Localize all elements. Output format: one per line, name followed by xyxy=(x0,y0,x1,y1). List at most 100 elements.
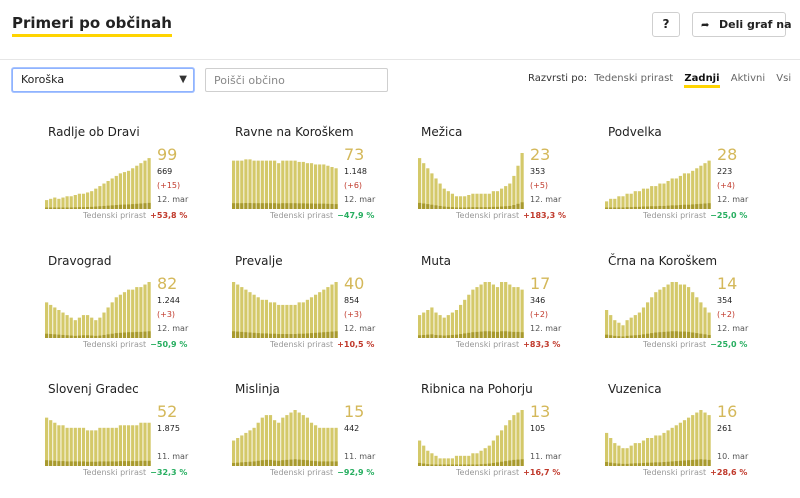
municipality-card[interactable]: Prevalje 40 854 (+3) 12. mar Tedenski prirast… xyxy=(232,254,422,374)
chart-bar-base xyxy=(504,206,508,209)
municipality-card[interactable]: Dravograd 82 1.244 (+3) 12. mar Tedenski prir… xyxy=(45,254,235,374)
chart-bar-base xyxy=(65,461,69,466)
chart-bar xyxy=(454,455,459,466)
chart-bar-base xyxy=(330,461,334,466)
municipality-card[interactable]: Mežica 23 353 (+5) 12. mar Tedenski prirast +1… xyxy=(418,125,608,245)
chart-bar-base xyxy=(687,204,691,209)
chart-bar xyxy=(289,304,293,338)
chart-bar-base xyxy=(463,333,467,338)
chart-bar-base xyxy=(695,459,699,466)
weekly-growth: Tedenski prirast +16,7 % xyxy=(456,468,560,477)
region-select[interactable]: Koroška ▼ xyxy=(12,68,194,92)
chart-bar-base xyxy=(289,459,293,466)
total-cases-value: 354 xyxy=(717,296,733,305)
chart-bar-base xyxy=(289,203,293,209)
chart-bar-base xyxy=(252,203,256,209)
municipality-card[interactable]: Muta 17 346 (+2) 12. mar Tedenski prirast +83,… xyxy=(418,254,608,374)
chart-bar-base xyxy=(609,335,613,338)
chart-bar-base xyxy=(483,463,487,466)
municipality-card[interactable]: Črna na Koroškem 14 354 (+2) 12. mar Tedenski… xyxy=(605,254,795,374)
chart-bar-base xyxy=(695,204,699,209)
date-value: 12. mar xyxy=(157,195,189,204)
chart-bar xyxy=(318,292,322,338)
chart-bar-base xyxy=(487,207,491,209)
chart-bar-base xyxy=(617,463,621,466)
chart-bar xyxy=(516,165,520,209)
chart-bar-base xyxy=(520,459,524,466)
chart-bar xyxy=(479,284,483,338)
chart-bar xyxy=(232,440,236,466)
chart-bar-base xyxy=(244,203,248,209)
chart-bar-base xyxy=(426,334,430,338)
chart-bar xyxy=(69,317,73,338)
chart-bar xyxy=(281,160,285,209)
chart-bar-base xyxy=(475,331,479,338)
chart-bar xyxy=(621,448,625,466)
date-value: 10. mar xyxy=(717,452,749,461)
chart-bar-base xyxy=(114,333,118,338)
chart-bar-base xyxy=(277,203,281,209)
chart-bar xyxy=(309,163,314,209)
chart-bar xyxy=(422,163,426,209)
chart-bar xyxy=(691,170,695,209)
chart-bar xyxy=(707,312,711,338)
chart-bar xyxy=(467,294,471,338)
sort-option-all[interactable]: Vsi xyxy=(776,73,791,84)
chart-bar xyxy=(293,160,297,209)
page-title: Primeri po občinah xyxy=(12,14,172,37)
chart-bar xyxy=(418,315,422,338)
chart-bar xyxy=(277,304,281,338)
sort-option-weekly[interactable]: Tedenski prirast xyxy=(594,73,673,84)
chart-bar-base xyxy=(637,463,641,466)
municipality-card[interactable]: Mislinja 15 442 11. mar Tedenski prirast −92,… xyxy=(232,382,422,498)
chart-bar xyxy=(512,415,516,466)
chart-bar-base xyxy=(654,462,658,466)
share-button[interactable]: ➦ Deli graf na xyxy=(692,12,792,37)
chart-bar xyxy=(483,282,487,338)
chart-bar-base xyxy=(495,331,500,338)
chart-bar xyxy=(131,425,135,466)
chart-bar-base xyxy=(637,334,641,338)
chart-bar-base xyxy=(122,204,127,209)
sort-option-latest[interactable]: Zadnji xyxy=(684,73,720,88)
municipality-card[interactable]: Radlje ob Dravi 99 669 (+15) 12. mar Tedenski… xyxy=(45,125,235,245)
chart-bar xyxy=(633,443,637,466)
chart-bar xyxy=(326,427,330,466)
chart-bar-base xyxy=(678,205,682,209)
chart-bar-base xyxy=(442,464,446,466)
chart-bar-base xyxy=(450,334,454,338)
chart-bar-base xyxy=(629,335,633,338)
chart-bar-base xyxy=(629,463,633,466)
chart-bar xyxy=(61,312,65,338)
chart-bar xyxy=(289,412,293,466)
chart-bar-base xyxy=(90,206,94,209)
sort-option-active[interactable]: Aktivni xyxy=(731,73,765,84)
municipality-card[interactable]: Ravne na Koroškem 73 1.148 (+6) 12. mar Teden… xyxy=(232,125,422,245)
chart-bar-base xyxy=(49,207,53,209)
chart-bar-base xyxy=(53,460,57,466)
municipality-card[interactable]: Vuzenica 16 261 10. mar Tedenski prirast +28,… xyxy=(605,382,795,498)
chart-bar xyxy=(426,310,430,338)
chart-bar xyxy=(508,183,512,209)
chart-bar xyxy=(77,193,81,209)
chart-bar xyxy=(430,173,434,209)
weekly-growth: Tedenski prirast −92,9 % xyxy=(270,468,374,477)
chart-bar-base xyxy=(654,332,658,338)
municipality-card[interactable]: Ribnica na Pohorju 13 105 11. mar Tedenski p… xyxy=(418,382,608,498)
chart-bar-base xyxy=(418,202,422,209)
municipality-card[interactable]: Slovenj Gradec 52 1.875 11. mar Tedenski pri… xyxy=(45,382,235,498)
municipality-card[interactable]: Podvelka 28 223 (+4) 12. mar Tedenski prirast… xyxy=(605,125,795,245)
help-button[interactable]: ? xyxy=(652,12,680,37)
chart-bar-base xyxy=(674,461,678,466)
chart-bar-base xyxy=(77,335,81,338)
municipality-search-input[interactable] xyxy=(205,68,388,92)
chart-bar-base xyxy=(637,206,641,209)
chart-bar xyxy=(122,292,127,338)
chart-bar-base xyxy=(314,203,318,209)
weekly-growth-label: Tedenski prirast xyxy=(270,468,334,477)
date-value: 12. mar xyxy=(530,195,562,204)
chart-bar xyxy=(459,304,463,338)
chart-bar xyxy=(605,432,609,466)
chart-bar-base xyxy=(650,462,654,466)
chart-bar-base xyxy=(442,206,446,209)
